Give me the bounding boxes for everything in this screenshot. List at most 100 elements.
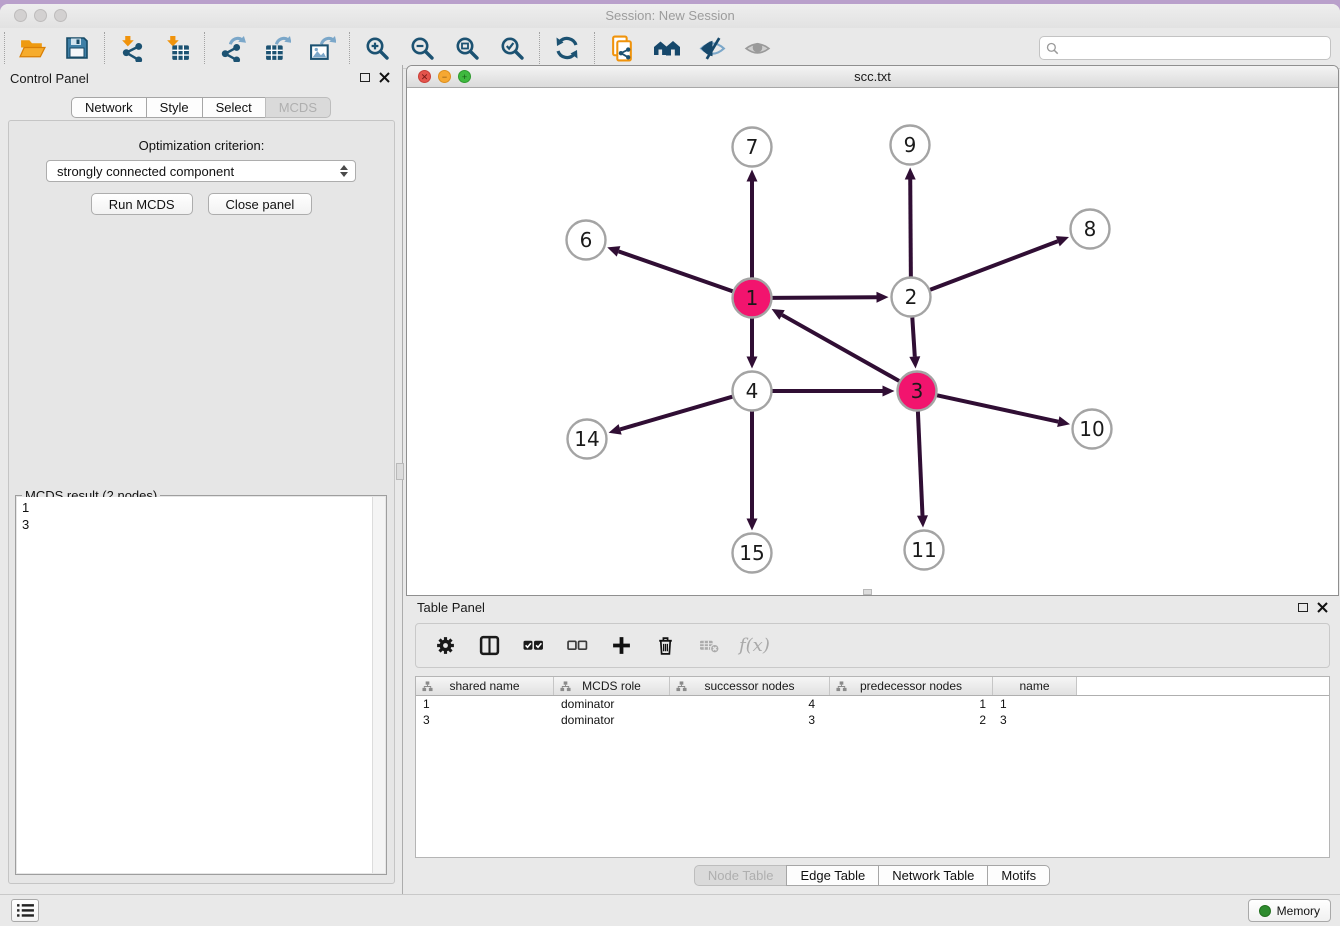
close-panel-icon[interactable] <box>1317 602 1328 613</box>
graph-edge-2-3[interactable] <box>912 317 914 356</box>
table-cell: 3 <box>993 712 1077 728</box>
splitter-handle[interactable] <box>863 589 872 595</box>
result-scrollbar[interactable] <box>372 497 385 873</box>
zoom-selected-icon <box>499 35 525 61</box>
close-button[interactable] <box>14 9 27 22</box>
save-session-button[interactable] <box>63 34 91 62</box>
clone-network-icon <box>609 35 636 62</box>
refresh-button[interactable] <box>553 34 581 62</box>
memory-label: Memory <box>1277 904 1320 918</box>
delete-column-icon <box>655 635 676 656</box>
graph-canvas[interactable]: 1234678910111415 <box>408 89 1337 595</box>
houses-button[interactable] <box>653 34 681 62</box>
run-mcds-button[interactable]: Run MCDS <box>91 193 193 215</box>
tab-style[interactable]: Style <box>146 97 203 118</box>
tab-select[interactable]: Select <box>202 97 266 118</box>
graph-node-label: 15 <box>739 541 764 565</box>
graph-edge-2-9[interactable] <box>910 179 911 276</box>
tab-network[interactable]: Network <box>71 97 147 118</box>
graph-edge-3-11[interactable] <box>918 411 923 515</box>
close-panel-button[interactable]: Close panel <box>208 193 313 215</box>
criterion-dropdown[interactable]: strongly connected component <box>46 160 356 182</box>
control-panel-title: Control Panel <box>10 71 89 86</box>
edge-arrowhead <box>905 167 916 179</box>
tab-motifs[interactable]: Motifs <box>987 865 1050 886</box>
select-all-columns-button[interactable] <box>519 632 547 660</box>
table-panel-title: Table Panel <box>417 600 485 615</box>
maximize-button[interactable] <box>54 9 67 22</box>
edge-arrowhead <box>747 357 758 369</box>
zoom-out-button[interactable] <box>408 34 436 62</box>
function-builder-icon[interactable]: f(x) <box>739 635 770 656</box>
zoom-selected-button[interactable] <box>498 34 526 62</box>
eye-button[interactable] <box>743 34 771 62</box>
mcds-result-area[interactable]: 1 3 <box>17 497 372 873</box>
table-row[interactable]: 1dominator411 <box>416 696 1329 712</box>
import-table-icon <box>164 35 191 62</box>
delete-table-button[interactable] <box>695 632 723 660</box>
table-body: 1dominator4113dominator323 <box>416 696 1329 728</box>
unselect-all-columns-button[interactable] <box>563 632 591 660</box>
edge-arrowhead <box>747 170 758 182</box>
table-cell: 1 <box>830 696 993 712</box>
export-image-icon <box>309 35 336 62</box>
mcds-result-box: MCDS result (2 nodes) 1 3 <box>15 495 387 875</box>
float-panel-icon[interactable] <box>1298 603 1308 612</box>
clone-network-button[interactable] <box>608 34 636 62</box>
open-session-button[interactable] <box>18 34 46 62</box>
table-row[interactable]: 3dominator323 <box>416 712 1329 728</box>
tab-node-table[interactable]: Node Table <box>694 865 788 886</box>
graph-edge-2-8[interactable] <box>930 241 1058 289</box>
graph-edge-3-10[interactable] <box>937 395 1058 421</box>
import-table-button[interactable] <box>163 34 191 62</box>
show-hide-graphics-button[interactable] <box>698 34 726 62</box>
network-canvas[interactable]: 1234678910111415 <box>408 89 1337 595</box>
memory-button[interactable]: Memory <box>1248 899 1331 922</box>
splitter-handle[interactable] <box>396 463 404 480</box>
float-panel-icon[interactable] <box>360 73 370 82</box>
network-maximize-button[interactable]: + <box>458 70 471 83</box>
zoom-fit-button[interactable] <box>453 34 481 62</box>
column-header-name[interactable]: name <box>993 677 1077 695</box>
table-cell: dominator <box>554 712 670 728</box>
graph-edge-1-2[interactable] <box>772 297 876 298</box>
split-pane-button[interactable] <box>475 632 503 660</box>
edge-arrowhead <box>1056 236 1069 246</box>
minimize-button[interactable] <box>34 9 47 22</box>
graph-edge-3-1[interactable] <box>782 315 899 381</box>
zoom-out-icon <box>409 35 435 61</box>
export-table-button[interactable] <box>263 34 291 62</box>
search-input[interactable] <box>1064 41 1324 55</box>
export-image-button[interactable] <box>308 34 336 62</box>
column-header-successor-nodes[interactable]: successor nodes <box>670 677 830 695</box>
search-icon <box>1046 42 1059 55</box>
graph-edge-4-14[interactable] <box>620 397 732 430</box>
node-table: shared nameMCDS rolesuccessor nodesprede… <box>415 676 1330 858</box>
table-cell: 3 <box>416 712 554 728</box>
edge-arrowhead <box>909 356 920 368</box>
column-attribute-icon <box>560 681 571 692</box>
column-header-MCDS-role[interactable]: MCDS role <box>554 677 670 695</box>
task-history-button[interactable] <box>11 899 39 922</box>
network-minimize-button[interactable]: − <box>438 70 451 83</box>
table-cell: 1 <box>993 696 1077 712</box>
column-header-shared-name[interactable]: shared name <box>416 677 554 695</box>
export-network-button[interactable] <box>218 34 246 62</box>
criterion-value: strongly connected component <box>57 164 234 179</box>
zoom-in-button[interactable] <box>363 34 391 62</box>
houses-icon <box>653 34 681 62</box>
gear-icon <box>435 635 456 656</box>
import-network-button[interactable] <box>118 34 146 62</box>
close-panel-icon[interactable] <box>379 72 390 83</box>
unselect-all-columns-icon <box>567 635 588 656</box>
network-close-button[interactable]: ✕ <box>418 70 431 83</box>
tab-mcds[interactable]: MCDS <box>265 97 331 118</box>
gear-button[interactable] <box>431 632 459 660</box>
tab-edge-table[interactable]: Edge Table <box>786 865 879 886</box>
column-header-predecessor-nodes[interactable]: predecessor nodes <box>830 677 993 695</box>
graph-edge-1-6[interactable] <box>619 251 733 291</box>
add-column-button[interactable] <box>607 632 635 660</box>
delete-table-icon <box>699 635 720 656</box>
tab-network-table[interactable]: Network Table <box>878 865 988 886</box>
delete-column-button[interactable] <box>651 632 679 660</box>
